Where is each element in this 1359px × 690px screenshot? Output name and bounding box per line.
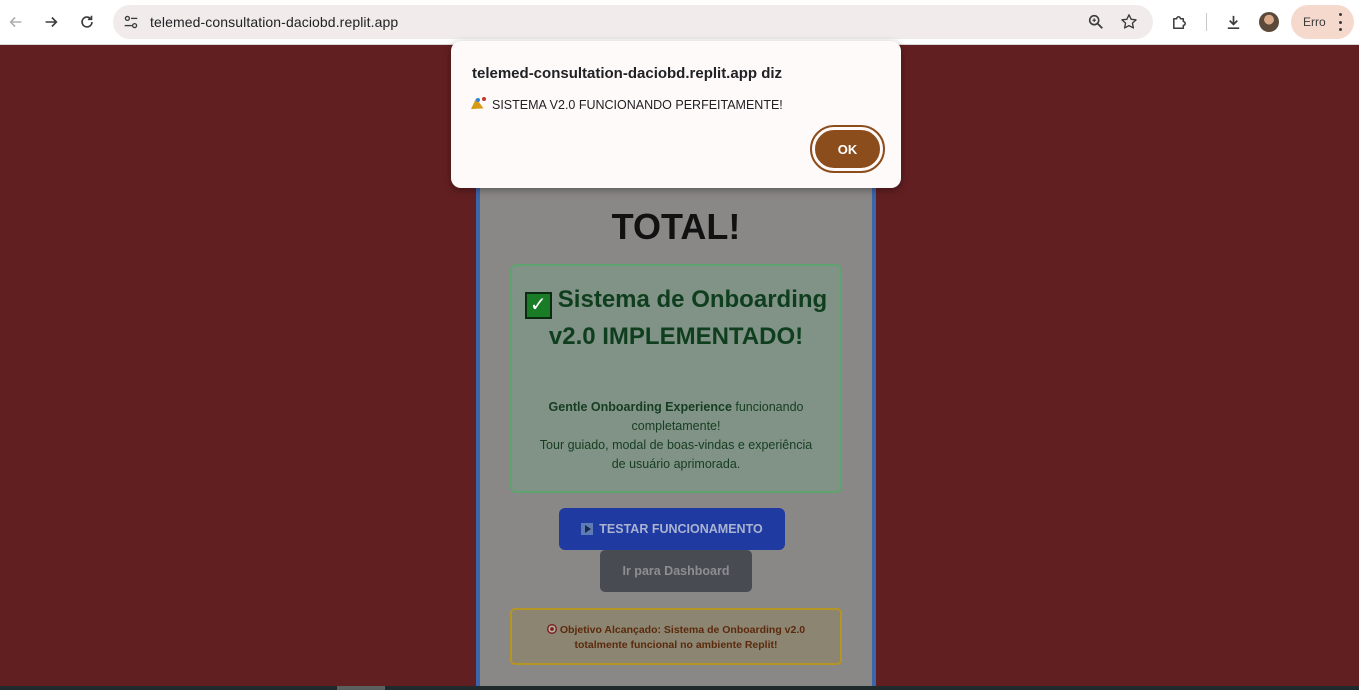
menu-kebab-icon[interactable] — [1334, 13, 1346, 31]
alert-dialog: telemed-consultation-daciobd.replit.app … — [451, 41, 901, 188]
dashboard-button-label: Ir para Dashboard — [622, 564, 730, 578]
browser-toolbar: telemed-consultation-daciobd.replit.app … — [0, 0, 1359, 45]
profile-avatar[interactable] — [1259, 12, 1279, 32]
goal-text: Objetivo Alcançado: Sistema de Onboardin… — [522, 623, 830, 653]
success-description: Gentle Onboarding Experience funcionando… — [532, 398, 820, 474]
horizontal-scrollbar-thumb[interactable] — [337, 686, 385, 690]
download-icon[interactable] — [1222, 11, 1244, 33]
toolbar-separator — [1206, 13, 1207, 31]
ok-button-label: OK — [837, 141, 858, 157]
success-title: ✓ Sistema de Onboarding v2.0 IMPLEMENTADO… — [512, 282, 840, 355]
target-icon — [546, 624, 557, 634]
address-bar[interactable]: telemed-consultation-daciobd.replit.app — [113, 5, 1153, 39]
profile-error-button[interactable]: Erro — [1291, 5, 1354, 39]
party-popper-icon — [472, 97, 487, 112]
success-box: ✓ Sistema de Onboarding v2.0 IMPLEMENTADO… — [510, 264, 842, 493]
goal-box: Objetivo Alcançado: Sistema de Onboardin… — [510, 608, 842, 665]
success-desc-line2: Tour guiado, modal de boas-vindas e expe… — [539, 438, 813, 471]
play-icon — [581, 523, 594, 535]
arrow-left-icon — [9, 16, 22, 28]
reload-button[interactable] — [73, 8, 101, 36]
dialog-message: SISTEMA V2.0 FUNCIONANDO PERFEITAMENTE! — [472, 97, 783, 112]
success-desc-bold: Gentle Onboarding Experience — [548, 400, 732, 414]
test-button[interactable]: TESTAR FUNCIONAMENTO — [559, 508, 785, 550]
checkmark-icon: ✓ — [524, 292, 552, 319]
dialog-message-text: SISTEMA V2.0 FUNCIONANDO PERFEITAMENTE! — [492, 97, 783, 112]
test-button-label: TESTAR FUNCIONAMENTO — [599, 522, 763, 536]
dialog-title: telemed-consultation-daciobd.replit.app … — [472, 65, 783, 82]
ok-button[interactable]: OK — [810, 125, 885, 173]
profile-error-label: Erro — [1303, 15, 1326, 29]
success-title-text: Sistema de Onboarding v2.0 IMPLEMENTADO! — [548, 286, 828, 350]
forward-button[interactable] — [37, 8, 65, 36]
onboarding-card: TOTAL! ✓ Sistema de Onboarding v2.0 IMPLE… — [476, 150, 876, 690]
url-text[interactable]: telemed-consultation-daciobd.replit.app — [150, 14, 398, 30]
bottom-strip — [0, 686, 1359, 690]
arrow-right-icon — [45, 16, 58, 28]
goal-text-label: Objetivo Alcançado: Sistema de Onboardin… — [559, 624, 806, 651]
zoom-icon[interactable] — [1086, 12, 1106, 32]
hero-title: TOTAL! — [611, 206, 741, 247]
extensions-puzzle-icon[interactable] — [1168, 11, 1190, 33]
reload-icon — [81, 15, 93, 28]
site-info-icon[interactable] — [121, 12, 141, 32]
back-button[interactable] — [2, 8, 30, 36]
bookmark-star-icon[interactable] — [1119, 12, 1139, 32]
dashboard-button[interactable]: Ir para Dashboard — [600, 550, 752, 592]
